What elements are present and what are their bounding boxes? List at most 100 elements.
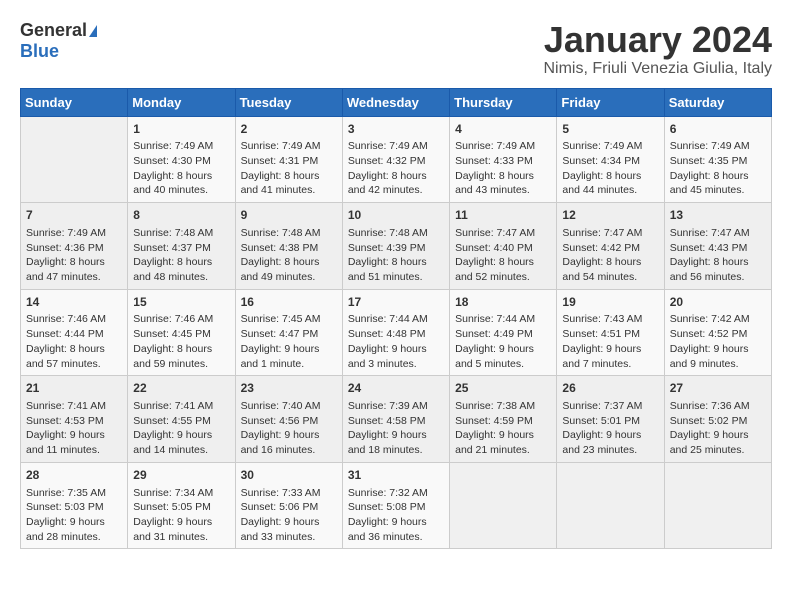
calendar-cell: 20Sunrise: 7:42 AMSunset: 4:52 PMDayligh… — [664, 289, 771, 376]
cell-info: Sunrise: 7:33 AM — [241, 486, 337, 501]
day-number: 14 — [26, 294, 122, 311]
cell-info: Sunset: 4:39 PM — [348, 241, 444, 256]
calendar-cell: 4Sunrise: 7:49 AMSunset: 4:33 PMDaylight… — [450, 116, 557, 203]
cell-info: Daylight: 9 hours — [241, 428, 337, 443]
day-number: 11 — [455, 207, 551, 224]
calendar-cell: 26Sunrise: 7:37 AMSunset: 5:01 PMDayligh… — [557, 376, 664, 463]
cell-info: Sunrise: 7:48 AM — [348, 226, 444, 241]
calendar-cell: 5Sunrise: 7:49 AMSunset: 4:34 PMDaylight… — [557, 116, 664, 203]
cell-info: and 28 minutes. — [26, 530, 122, 545]
cell-info: and 14 minutes. — [133, 443, 229, 458]
day-number: 30 — [241, 467, 337, 484]
cell-info: Daylight: 8 hours — [562, 255, 658, 270]
cell-info: Daylight: 8 hours — [133, 255, 229, 270]
cell-info: Sunset: 4:44 PM — [26, 327, 122, 342]
header-cell-sunday: Sunday — [21, 88, 128, 116]
day-number: 23 — [241, 380, 337, 397]
day-number: 6 — [670, 121, 766, 138]
cell-info: Sunrise: 7:46 AM — [26, 312, 122, 327]
cell-info: Daylight: 9 hours — [133, 515, 229, 530]
cell-info: and 45 minutes. — [670, 183, 766, 198]
cell-info: Daylight: 8 hours — [455, 169, 551, 184]
calendar-cell: 17Sunrise: 7:44 AMSunset: 4:48 PMDayligh… — [342, 289, 449, 376]
calendar-cell: 11Sunrise: 7:47 AMSunset: 4:40 PMDayligh… — [450, 203, 557, 290]
calendar-cell: 28Sunrise: 7:35 AMSunset: 5:03 PMDayligh… — [21, 462, 128, 549]
day-number: 16 — [241, 294, 337, 311]
day-number: 13 — [670, 207, 766, 224]
day-number: 31 — [348, 467, 444, 484]
cell-info: and 57 minutes. — [26, 357, 122, 372]
cell-info: Daylight: 9 hours — [241, 515, 337, 530]
cell-info: Daylight: 8 hours — [26, 342, 122, 357]
day-number: 9 — [241, 207, 337, 224]
cell-info: Daylight: 9 hours — [348, 515, 444, 530]
cell-info: Daylight: 8 hours — [133, 342, 229, 357]
header-cell-friday: Friday — [557, 88, 664, 116]
cell-info: and 3 minutes. — [348, 357, 444, 372]
day-number: 28 — [26, 467, 122, 484]
day-number: 12 — [562, 207, 658, 224]
cell-info: Sunrise: 7:40 AM — [241, 399, 337, 414]
day-number: 22 — [133, 380, 229, 397]
cell-info: Sunset: 4:30 PM — [133, 154, 229, 169]
week-row-1: 1Sunrise: 7:49 AMSunset: 4:30 PMDaylight… — [21, 116, 772, 203]
cell-info: Sunset: 4:49 PM — [455, 327, 551, 342]
cell-info: and 48 minutes. — [133, 270, 229, 285]
calendar-cell: 16Sunrise: 7:45 AMSunset: 4:47 PMDayligh… — [235, 289, 342, 376]
cell-info: and 18 minutes. — [348, 443, 444, 458]
calendar-cell: 9Sunrise: 7:48 AMSunset: 4:38 PMDaylight… — [235, 203, 342, 290]
cell-info: and 43 minutes. — [455, 183, 551, 198]
cell-info: Sunrise: 7:47 AM — [670, 226, 766, 241]
calendar-cell — [664, 462, 771, 549]
cell-info: Sunrise: 7:42 AM — [670, 312, 766, 327]
cell-info: Daylight: 8 hours — [670, 255, 766, 270]
cell-info: Sunrise: 7:47 AM — [562, 226, 658, 241]
cell-info: Sunset: 4:47 PM — [241, 327, 337, 342]
cell-info: Sunrise: 7:48 AM — [241, 226, 337, 241]
cell-info: Sunset: 4:56 PM — [241, 414, 337, 429]
cell-info: and 47 minutes. — [26, 270, 122, 285]
cell-info: Sunset: 4:52 PM — [670, 327, 766, 342]
cell-info: Daylight: 9 hours — [455, 342, 551, 357]
cell-info: Sunset: 4:51 PM — [562, 327, 658, 342]
cell-info: Daylight: 9 hours — [26, 428, 122, 443]
cell-info: Sunrise: 7:41 AM — [26, 399, 122, 414]
cell-info: Daylight: 9 hours — [133, 428, 229, 443]
cell-info: Sunset: 4:48 PM — [348, 327, 444, 342]
cell-info: Daylight: 9 hours — [562, 428, 658, 443]
cell-info: Sunset: 5:01 PM — [562, 414, 658, 429]
page-title: January 2024 — [543, 20, 772, 60]
cell-info: and 25 minutes. — [670, 443, 766, 458]
calendar-cell: 1Sunrise: 7:49 AMSunset: 4:30 PMDaylight… — [128, 116, 235, 203]
calendar-cell: 6Sunrise: 7:49 AMSunset: 4:35 PMDaylight… — [664, 116, 771, 203]
week-row-5: 28Sunrise: 7:35 AMSunset: 5:03 PMDayligh… — [21, 462, 772, 549]
cell-info: Sunset: 4:32 PM — [348, 154, 444, 169]
cell-info: Sunset: 4:34 PM — [562, 154, 658, 169]
day-number: 7 — [26, 207, 122, 224]
calendar-cell: 14Sunrise: 7:46 AMSunset: 4:44 PMDayligh… — [21, 289, 128, 376]
cell-info: and 11 minutes. — [26, 443, 122, 458]
header-cell-tuesday: Tuesday — [235, 88, 342, 116]
cell-info: Sunset: 4:58 PM — [348, 414, 444, 429]
cell-info: and 36 minutes. — [348, 530, 444, 545]
logo-arrow-icon — [89, 25, 97, 37]
header-cell-monday: Monday — [128, 88, 235, 116]
calendar-cell: 21Sunrise: 7:41 AMSunset: 4:53 PMDayligh… — [21, 376, 128, 463]
day-number: 17 — [348, 294, 444, 311]
cell-info: Sunrise: 7:45 AM — [241, 312, 337, 327]
cell-info: Sunrise: 7:43 AM — [562, 312, 658, 327]
cell-info: Daylight: 8 hours — [26, 255, 122, 270]
cell-info: Sunrise: 7:44 AM — [348, 312, 444, 327]
cell-info: Sunrise: 7:49 AM — [455, 139, 551, 154]
day-number: 25 — [455, 380, 551, 397]
cell-info: and 5 minutes. — [455, 357, 551, 372]
cell-info: Sunset: 5:03 PM — [26, 500, 122, 515]
cell-info: Sunrise: 7:49 AM — [348, 139, 444, 154]
header-cell-saturday: Saturday — [664, 88, 771, 116]
cell-info: Daylight: 9 hours — [670, 342, 766, 357]
calendar-cell: 3Sunrise: 7:49 AMSunset: 4:32 PMDaylight… — [342, 116, 449, 203]
calendar-cell: 31Sunrise: 7:32 AMSunset: 5:08 PMDayligh… — [342, 462, 449, 549]
cell-info: Sunrise: 7:49 AM — [133, 139, 229, 154]
cell-info: Daylight: 8 hours — [348, 255, 444, 270]
cell-info: and 41 minutes. — [241, 183, 337, 198]
